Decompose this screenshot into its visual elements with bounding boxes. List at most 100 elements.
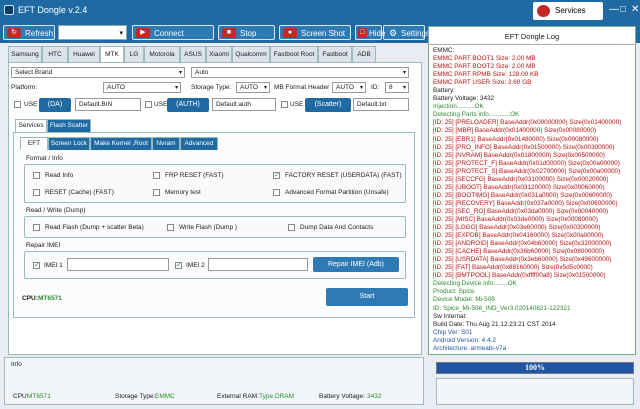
tab-adb[interactable]: ADB	[352, 46, 376, 62]
imei2-checkbox[interactable]: ✓	[175, 262, 182, 269]
log-title: EFT Dongle Log	[429, 27, 635, 45]
repair-imei-group: ✓ IMEI 1 ✓ IMEI 2 Repair IMEI (Adb)	[24, 251, 406, 279]
mb-format-select[interactable]: AUTO ▾	[332, 82, 366, 93]
tab-services[interactable]: Services	[15, 119, 47, 132]
platform-select[interactable]: AUTO ▾	[103, 82, 181, 93]
format-info-group: Read Info FRP RESET (FAST) ✓ FACTORY RES…	[24, 164, 406, 203]
stop-label: Stop	[240, 29, 257, 38]
id-value: 8	[389, 84, 393, 91]
imei1-checkbox[interactable]: ✓	[33, 262, 40, 269]
reset-cache-label: RESET (Cache) (FAST)	[45, 189, 114, 196]
port-select[interactable]: ▾	[58, 25, 127, 40]
id-select[interactable]: 8 ▾	[385, 82, 409, 93]
tab-xiaomi[interactable]: Xiaomi	[206, 46, 232, 62]
services-button[interactable]: Services	[533, 2, 603, 20]
tab-make-kernel-root[interactable]: Make Kernel ,Root	[90, 137, 152, 150]
model-select[interactable]: Auto ▾	[191, 67, 409, 78]
storage-type-select[interactable]: AUTO ▾	[236, 82, 270, 93]
write-flash-label: Write Flash (Dump )	[179, 224, 238, 231]
da-button[interactable]: (DA)	[39, 98, 71, 112]
use-auth-checkbox[interactable]	[145, 101, 152, 108]
info-ram-value: Type DRAM	[259, 393, 295, 400]
stop-icon: ■	[222, 28, 236, 38]
log-line: Device Model: Mi-508	[433, 296, 495, 304]
tab-lg[interactable]: LG	[124, 46, 144, 62]
info-battery-label: Battery Voltage:	[319, 393, 365, 400]
start-button[interactable]: Start	[326, 288, 408, 306]
tab-fastboot-root[interactable]: Fastboot Root	[270, 46, 318, 62]
imei1-input[interactable]	[67, 258, 169, 271]
tab-qualcomm[interactable]: Qualcomm	[232, 46, 270, 62]
tab-advanced[interactable]: Advanced	[180, 137, 218, 150]
tab-fastboot[interactable]: Fastboot	[318, 46, 352, 62]
auth-file-input[interactable]: Default.auth	[212, 98, 276, 111]
services-label: Services	[555, 6, 586, 15]
scatter-button[interactable]: (Scatter)	[305, 98, 351, 112]
reset-cache-checkbox[interactable]	[33, 189, 40, 196]
log-line: [ID: 25] [EBR1] BaseAddr(0x01480000) Siz…	[433, 135, 599, 143]
tab-huawei[interactable]: Huawei	[68, 46, 100, 62]
settings-button[interactable]: ⚙ Settings	[383, 25, 430, 40]
tab-screen-lock[interactable]: Screen Lock	[48, 137, 90, 150]
brand-select[interactable]: Select Brand ▾	[11, 67, 185, 78]
stop-button[interactable]: ■ Stop	[218, 25, 275, 40]
advanced-format-checkbox[interactable]	[273, 189, 280, 196]
log-line: [ID: 25] [ANDROID] BaseAddr(0x04b60000) …	[433, 240, 612, 248]
tab-samsung[interactable]: Samsung	[8, 46, 42, 62]
mb-format-value: AUTO	[336, 84, 354, 91]
auth-button[interactable]: (AUTH)	[167, 98, 209, 112]
log-line: EMMC PART BOOT2 Size: 2.00 MB	[433, 63, 536, 71]
connect-button[interactable]: ▶ Connect	[132, 25, 214, 40]
read-info-checkbox[interactable]	[33, 172, 40, 179]
frp-reset-checkbox[interactable]	[153, 172, 160, 179]
id-label: ID:	[371, 84, 380, 91]
gear-icon: ⚙	[388, 28, 398, 38]
tab-nvram[interactable]: Nvram	[152, 137, 180, 150]
log-line: [ID: 25] [PRO_INFO] BaseAddr(0x01500000)…	[433, 143, 615, 151]
log-line: [ID: 25] [NVRAM] BaseAddr(0x01800000) Si…	[433, 151, 605, 159]
use-da-checkbox[interactable]	[14, 101, 21, 108]
use-da-label: USE	[24, 101, 38, 108]
factory-reset-checkbox[interactable]: ✓	[273, 172, 280, 179]
tab-htc[interactable]: HTC	[42, 46, 68, 62]
log-line: EMMC:	[433, 47, 455, 54]
chevron-down-icon: ▾	[263, 85, 267, 91]
memory-test-label: Memory test	[165, 189, 201, 196]
connect-label: Connect	[154, 29, 184, 38]
imei2-input[interactable]	[208, 258, 308, 271]
repair-imei-button[interactable]: Repair IMEI (Adb)	[313, 257, 399, 272]
log-content: EMMC: EMMC PART BOOT1 Size: 2.00 MB EMMC P…	[429, 45, 635, 353]
log-line: Sw Internal:	[433, 312, 467, 320]
tab-flash-scatter[interactable]: Flash Scatter	[47, 119, 91, 132]
write-flash-checkbox[interactable]	[167, 224, 174, 231]
screenshot-button[interactable]: ● Screen Shot	[279, 25, 351, 40]
maximize-button[interactable]: □	[620, 4, 626, 15]
tab-mtk[interactable]: MTK	[100, 46, 124, 63]
chevron-down-icon: ▾	[178, 70, 182, 76]
memory-test-checkbox[interactable]	[153, 189, 160, 196]
log-line: Architecture: armeabi-v7a	[433, 344, 507, 352]
read-flash-checkbox[interactable]	[33, 224, 40, 231]
log-line: Android Version: 4.4.2	[433, 336, 496, 344]
log-line: EMMC PART BOOT1 Size: 2.00 MB	[433, 55, 536, 63]
log-line: ID: Spice_Mi-508_IND_Ver3.020140821-1223…	[433, 304, 571, 312]
info-panel: Info CPU: MT6571 Storage Type: EMMC Exte…	[4, 357, 424, 405]
use-scatter-checkbox[interactable]	[281, 101, 288, 108]
tab-motorola[interactable]: Motorola	[144, 46, 180, 62]
read-write-group: Read Flash (Dump + scatter Beta) Write F…	[24, 216, 406, 238]
close-button[interactable]: ✕	[631, 4, 639, 15]
tab-eft[interactable]: EFT	[20, 137, 48, 150]
camera-icon: ●	[283, 28, 297, 38]
scatter-file-input[interactable]: Default.txt	[353, 98, 409, 111]
da-file-input[interactable]: Default.BIN	[75, 98, 141, 111]
cpu-label: CPU:	[22, 295, 38, 302]
imei2-label: IMEI 2	[186, 262, 205, 269]
read-info-label: Read Info	[45, 172, 74, 179]
repair-imei-title: Repair IMEI	[26, 242, 61, 249]
refresh-button[interactable]: ↻ Refresh	[3, 25, 55, 40]
dump-data-checkbox[interactable]	[288, 224, 295, 231]
log-line: EMMC PART RPMB Size: 128.00 KB	[433, 71, 539, 79]
tab-asus[interactable]: ASUS	[180, 46, 206, 62]
minimize-button[interactable]: —	[609, 4, 619, 15]
hide-button[interactable]: □ Hide	[355, 25, 385, 40]
